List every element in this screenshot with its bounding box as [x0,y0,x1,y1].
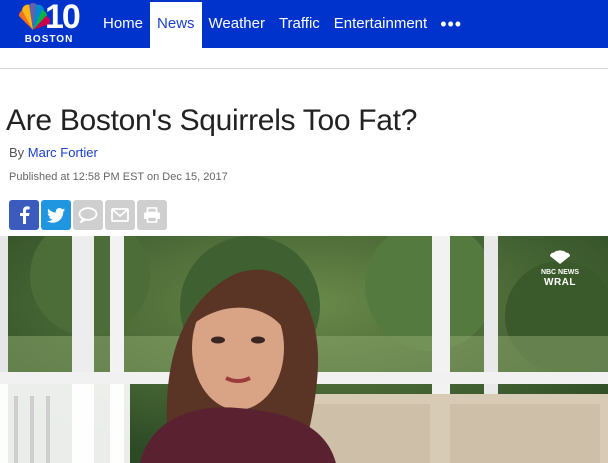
email-share-button[interactable] [105,200,135,230]
print-icon [144,207,160,223]
peacock-icon [550,250,570,264]
video-player[interactable]: NBC NEWS WRAL [0,236,608,463]
nav-item-traffic[interactable]: Traffic [272,0,327,48]
logo-number: 10 [45,0,81,36]
video-frame [0,236,608,463]
article-title: Are Boston's Squirrels Too Fat? [6,104,418,138]
main-nav: Home News Weather Traffic Entertainment … [96,0,468,48]
twitter-share-button[interactable] [41,200,71,230]
facebook-share-button[interactable] [9,200,39,230]
nbc-news-wral-watermark: NBC NEWS WRAL [532,250,588,288]
more-menu-icon[interactable]: ••• [434,0,468,48]
byline-prefix: By [9,145,25,160]
comment-button[interactable] [73,200,103,230]
email-icon [111,208,129,222]
published-timestamp: Published at 12:58 PM EST on Dec 15, 201… [9,171,228,183]
nav-item-home[interactable]: Home [96,0,150,48]
twitter-icon [47,207,65,223]
nbc10-boston-logo[interactable]: 10 BOSTON [16,0,82,48]
sub-nav-bar [0,48,608,69]
watermark-line2: WRAL [544,277,576,288]
share-bar [9,200,167,230]
author-link[interactable]: Marc Fortier [28,145,98,160]
print-button[interactable] [137,200,167,230]
nav-item-weather[interactable]: Weather [202,0,272,48]
comment-icon [78,207,98,223]
logo-city: BOSTON [24,34,74,45]
watermark-line1: NBC NEWS [540,269,580,276]
nav-item-news[interactable]: News [150,0,202,48]
byline: By Marc Fortier [9,145,98,160]
top-nav-bar: 10 BOSTON Home News Weather Traffic Ente… [0,0,608,48]
nav-item-entertainment[interactable]: Entertainment [327,0,434,48]
facebook-icon [20,206,30,224]
